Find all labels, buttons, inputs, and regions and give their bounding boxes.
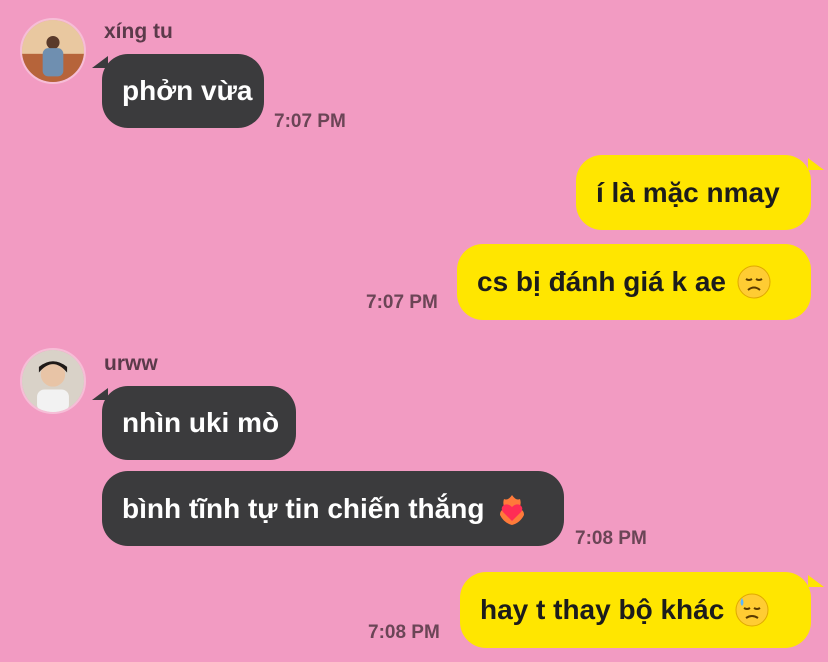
message-timestamp: 7:07 PM [366, 292, 438, 313]
message-timestamp: 7:08 PM [368, 622, 440, 643]
message-bubble-outgoing[interactable]: í là mặc nmay [576, 155, 811, 230]
bubble-tail [808, 158, 824, 170]
message-text: nhìn uki mò [122, 407, 280, 438]
message-timestamp: 7:07 PM [274, 111, 346, 132]
message-timestamp: 7:08 PM [575, 528, 647, 549]
downcast-face-with-sweat-icon [734, 592, 770, 628]
avatar-xing-tu[interactable] [20, 18, 86, 84]
message-text: phởn vừa [122, 75, 253, 106]
message-text: bình tĩnh tự tin chiến thắng [122, 492, 485, 524]
sender-name: urww [104, 352, 158, 375]
avatar-urww[interactable] [20, 348, 86, 414]
message-text: cs bị đánh giá k ae [477, 266, 726, 297]
chat-screen: { "chat": { "messages": [ {"sender": "xí… [0, 0, 828, 662]
message-text: hay t thay bộ khác [480, 594, 725, 625]
message-bubble-outgoing[interactable]: hay t thay bộ khác [460, 572, 811, 648]
heart-on-fire-icon [494, 491, 530, 527]
message-text: í là mặc nmay [596, 176, 780, 208]
message-bubble-incoming[interactable]: phởn vừa [102, 54, 264, 128]
bubble-tail [808, 575, 824, 587]
message-bubble-outgoing[interactable]: cs bị đánh giá k ae [457, 244, 811, 320]
message-bubble-incoming[interactable]: nhìn uki mò [102, 386, 296, 460]
disappointed-face-icon [736, 264, 772, 300]
sender-name: xíng tu [104, 20, 173, 43]
message-bubble-incoming[interactable]: bình tĩnh tự tin chiến thắng [102, 471, 564, 546]
